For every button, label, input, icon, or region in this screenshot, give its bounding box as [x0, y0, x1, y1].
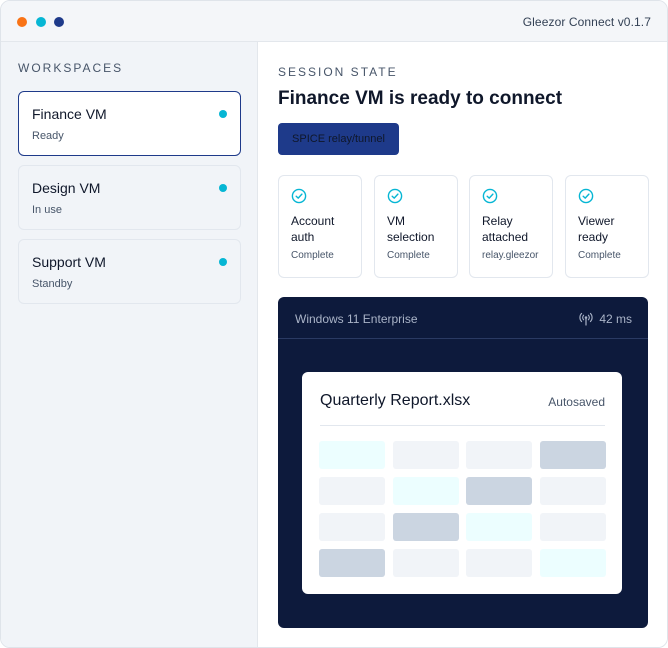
latency-value: 42 ms [599, 312, 632, 326]
workspace-card-support[interactable]: Support VM Standby [18, 239, 241, 304]
spreadsheet-cell[interactable] [466, 477, 532, 505]
workspace-status: Standby [32, 278, 73, 290]
status-dot [219, 110, 227, 118]
window-dot-cyan[interactable] [36, 17, 46, 27]
spreadsheet-cell[interactable] [392, 477, 459, 505]
remote-viewer[interactable]: Windows 11 Enterprise 42 ms Quarterly Re… [278, 297, 648, 628]
spreadsheet-cell[interactable] [466, 441, 532, 469]
main-panel: SESSION STATE Finance VM is ready to con… [258, 42, 667, 647]
workspace-name: Support VM [32, 254, 106, 270]
page-title: Finance VM is ready to connect [278, 88, 563, 109]
document-title: Quarterly Report.xlsx [320, 392, 471, 409]
workspace-name: Design VM [32, 180, 101, 196]
spreadsheet-cell[interactable] [539, 549, 606, 577]
window-dot-navy[interactable] [54, 17, 64, 27]
step-card-viewer-ready: Viewer ready Complete [565, 175, 649, 278]
check-circle-icon [578, 188, 594, 204]
divider [320, 425, 605, 426]
spreadsheet-cell[interactable] [319, 513, 385, 541]
connection-mode-button[interactable]: SPICE relay/tunnel [278, 123, 399, 155]
sidebar: WORKSPACES Finance VM Ready Design VM In… [1, 42, 258, 647]
section-eyebrow: SESSION STATE [278, 65, 398, 79]
viewer-header: Windows 11 Enterprise 42 ms [278, 297, 648, 339]
spreadsheet-cell[interactable] [466, 549, 532, 577]
check-circle-icon [291, 188, 307, 204]
step-label: Relay attached [482, 214, 529, 244]
step-card-account-auth: Account auth Complete [278, 175, 362, 278]
spreadsheet-cell[interactable] [539, 513, 606, 541]
check-circle-icon [387, 188, 403, 204]
os-name: Windows 11 Enterprise [295, 312, 418, 326]
check-circle-icon [482, 188, 498, 204]
step-label: Account auth [291, 214, 335, 244]
title-bar: Gleezor Connect v0.1.7 [1, 1, 667, 42]
step-status: relay.gleezor [482, 250, 539, 261]
spreadsheet-cell[interactable] [539, 477, 606, 505]
status-dot [219, 258, 227, 266]
workspace-card-finance[interactable]: Finance VM Ready [18, 91, 241, 156]
sidebar-heading: WORKSPACES [18, 61, 124, 75]
status-dot [219, 184, 227, 192]
spreadsheet-cell[interactable] [319, 441, 385, 469]
step-card-vm-selection: VM selection Complete [374, 175, 458, 278]
spreadsheet-cell[interactable] [319, 549, 385, 577]
step-status: Complete [291, 250, 334, 261]
workspace-status: Ready [32, 130, 64, 142]
step-status: Complete [387, 250, 430, 261]
signal-icon [579, 312, 593, 326]
spreadsheet-cell[interactable] [392, 513, 459, 541]
app-title: Gleezor Connect v0.1.7 [522, 15, 651, 29]
spreadsheet-cell[interactable] [392, 549, 459, 577]
spreadsheet-window[interactable]: Quarterly Report.xlsx Autosaved [302, 372, 622, 594]
step-status: Complete [578, 250, 621, 261]
app-window: Gleezor Connect v0.1.7 WORKSPACES Financ… [0, 0, 668, 648]
document-status: Autosaved [548, 395, 605, 409]
workspace-status: In use [32, 204, 62, 216]
spreadsheet-cell[interactable] [392, 441, 459, 469]
step-label: VM selection [387, 214, 435, 244]
window-dot-orange[interactable] [17, 17, 27, 27]
workspace-name: Finance VM [32, 106, 107, 122]
spreadsheet-cell[interactable] [539, 441, 606, 469]
step-card-relay-attached: Relay attached relay.gleezor [469, 175, 553, 278]
spreadsheet-cell[interactable] [466, 513, 532, 541]
step-label: Viewer ready [578, 214, 615, 244]
spreadsheet-cell[interactable] [319, 477, 385, 505]
workspace-card-design[interactable]: Design VM In use [18, 165, 241, 230]
